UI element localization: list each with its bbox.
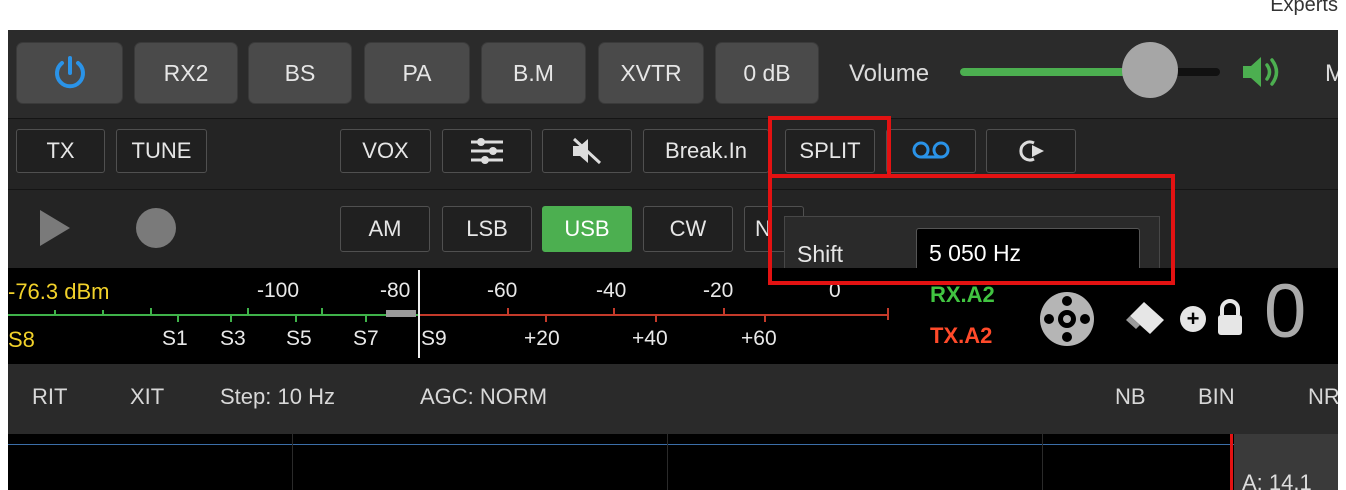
rx-antenna-label[interactable]: RX.A2 [930,282,995,308]
bin-toggle[interactable]: BIN [1198,384,1235,410]
speaker-icon[interactable] [1241,52,1287,92]
shift-label: Shift [797,241,844,267]
am-button[interactable]: AM [340,206,430,252]
dbm-tick--100: -100 [257,279,300,302]
tape-icon [912,141,950,159]
dbm-tick--40: -40 [596,279,627,302]
meter-needle [418,270,420,358]
cw-button[interactable]: CW [643,206,733,252]
tune-button[interactable]: TUNE [116,129,207,173]
playback-button[interactable] [986,129,1076,173]
s-tick-plus20: +20 [524,327,560,350]
dbm-tick--20: -20 [703,279,734,302]
agc-selector[interactable]: AGC: NORM [420,384,547,410]
dbm-tick--60: -60 [487,279,518,302]
rit-toggle[interactable]: RIT [32,384,67,410]
top-strip: Experts [0,0,1346,30]
vfo-label: A: 14.1 [1242,470,1312,490]
loop-arrow-icon [1019,140,1044,162]
s-meter: -76.3 dBm S8 -100 -80 -60 -40 -20 0 S1 S… [8,268,1338,441]
eq-button[interactable] [442,129,532,173]
top-toolbar: RX2 BS PA B.M XVTR 0 dB Volume M [8,30,1338,119]
step-selector[interactable]: Step: 10 Hz [220,384,335,410]
tx-button[interactable]: TX [16,129,105,173]
volume-slider[interactable] [960,42,1220,98]
sliders-icon [471,138,503,164]
volume-label: Volume [849,60,930,87]
break-in-button[interactable]: Break.In [643,129,769,173]
vfo-flag: A: 14.1 [1234,434,1338,490]
s-tick-s3: S3 [220,327,246,350]
s-tick-s9: S9 [421,327,447,350]
lock-icon[interactable] [1214,298,1246,338]
record-tape-button[interactable] [886,129,976,173]
bs-button[interactable]: BS [248,42,352,104]
power-button[interactable] [16,42,123,104]
s-tick-plus60: +60 [741,327,777,350]
volume-thumb[interactable] [1122,42,1178,98]
s-tick-s5: S5 [286,327,312,350]
grid-line [667,434,668,490]
s-tick-s7: S7 [353,327,379,350]
xit-toggle[interactable]: XIT [130,384,164,410]
tx-antenna-label[interactable]: TX.A2 [930,323,992,349]
vfo-marker[interactable] [1230,434,1233,490]
spectrum-display[interactable]: A: 14.1 [8,434,1338,490]
usb-button[interactable]: USB [542,206,632,252]
plus-icon[interactable]: + [1180,306,1206,332]
gain-button[interactable]: 0 dB [715,42,819,104]
tx-toolbar: TX TUNE VOX Break.In SPLIT [8,119,1338,190]
grid-line [292,434,293,490]
experts-label: Experts [1270,0,1338,16]
eraser-icon[interactable] [1124,298,1170,338]
radio-control-panel: RX2 BS PA B.M XVTR 0 dB Volume M TX TUNE… [8,30,1338,490]
split-button[interactable]: SPLIT [785,129,875,173]
tuning-knob-icon[interactable] [1038,290,1096,348]
record-button[interactable] [136,208,176,248]
pa-button[interactable]: PA [364,42,470,104]
vox-button[interactable]: VOX [340,129,431,173]
mute-mic-button[interactable] [542,129,632,173]
s-tick-plus40: +40 [632,327,668,350]
s-tick-s1: S1 [162,327,188,350]
rx2-button[interactable]: RX2 [134,42,238,104]
nb-toggle[interactable]: NB [1115,384,1146,410]
power-icon [54,56,85,89]
dbm-tick--80: -80 [380,279,411,302]
status-bar: RIT XIT Step: 10 Hz AGC: NORM NB BIN NR [8,364,1338,434]
dbm-tick-0: 0 [829,279,841,302]
play-icon[interactable] [38,208,72,248]
grid-line [1042,434,1043,490]
spectrum-baseline [8,444,1338,445]
xvtr-button[interactable]: XVTR [598,42,704,104]
bm-button[interactable]: B.M [481,42,586,104]
nr-toggle[interactable]: NR [1308,384,1338,410]
cut-label-m: M [1325,60,1338,87]
lsb-button[interactable]: LSB [442,206,532,252]
muted-speaker-icon [572,137,602,165]
